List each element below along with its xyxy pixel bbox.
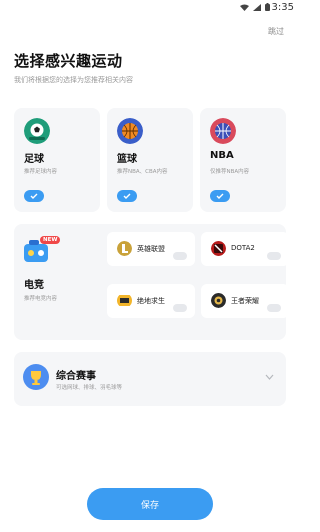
game-label: 英雄联盟 [137,245,165,253]
signal-icon [253,3,261,11]
sport-desc: 推荐足球内容 [24,169,58,175]
combined-events-name: 综合赛事 [56,371,96,382]
game-option-lol[interactable]: 英雄联盟 [107,232,195,266]
nba-icon [210,118,236,144]
game-option-hok[interactable]: 王者荣耀 [201,284,289,318]
new-badge: NEW [40,236,61,244]
game-label: 王者荣耀 [231,297,259,305]
game-option-pubg[interactable]: 绝地求生 [107,284,195,318]
select-toggle[interactable] [267,252,281,260]
pubg-icon [117,295,132,306]
battery-icon [265,3,270,11]
check-icon [30,193,38,199]
game-label: 绝地求生 [137,297,165,305]
skip-button[interactable]: 跳过 [268,26,284,37]
sport-name: NBA [210,150,234,161]
sport-name: 足球 [24,154,44,165]
page-subtitle: 我们将根据您的选择为您推荐相关内容 [14,76,133,84]
sport-desc: 仅推荐NBA内容 [210,169,250,175]
hok-icon [211,293,226,308]
save-button[interactable]: 保存 [87,488,213,520]
game-label: DOTA2 [231,244,255,252]
lol-icon [117,241,132,256]
status-time: 3:35 [271,2,294,13]
wifi-icon [240,4,249,11]
combined-events-icon [23,364,49,390]
sport-card-nba[interactable]: NBA 仅推荐NBA内容 [200,108,286,212]
status-icons [240,3,270,11]
chevron-down-icon[interactable] [265,374,274,380]
sport-card-basketball[interactable]: 篮球 推荐NBA、CBA内容 [107,108,193,212]
select-toggle[interactable] [117,190,137,202]
status-bar: 3:35 [0,0,300,16]
sport-name: 篮球 [117,154,137,165]
sport-desc: 推荐NBA、CBA内容 [117,169,168,175]
combined-events-desc: 可选网球、排球、羽毛球等 [56,385,123,391]
select-toggle[interactable] [173,252,187,260]
esports-desc: 推荐电竞内容 [24,296,58,302]
page-title: 选择感兴趣运动 [14,52,123,70]
select-toggle[interactable] [24,190,44,202]
check-icon [123,193,131,199]
soccer-icon [24,118,50,144]
game-option-dota2[interactable]: DOTA2 [201,232,289,266]
sport-card-soccer[interactable]: 足球 推荐足球内容 [14,108,100,212]
dota2-icon [211,241,226,256]
select-toggle[interactable] [210,190,230,202]
esports-card[interactable]: NEW 电竞 推荐电竞内容 英雄联盟 DOTA2 绝地求生 王者荣耀 [14,224,289,340]
combined-events-card[interactable]: 综合赛事 可选网球、排球、羽毛球等 [14,352,286,406]
select-toggle[interactable] [173,304,187,312]
esports-name: 电竞 [24,280,44,291]
select-toggle[interactable] [267,304,281,312]
check-icon [216,193,224,199]
basketball-icon [117,118,143,144]
